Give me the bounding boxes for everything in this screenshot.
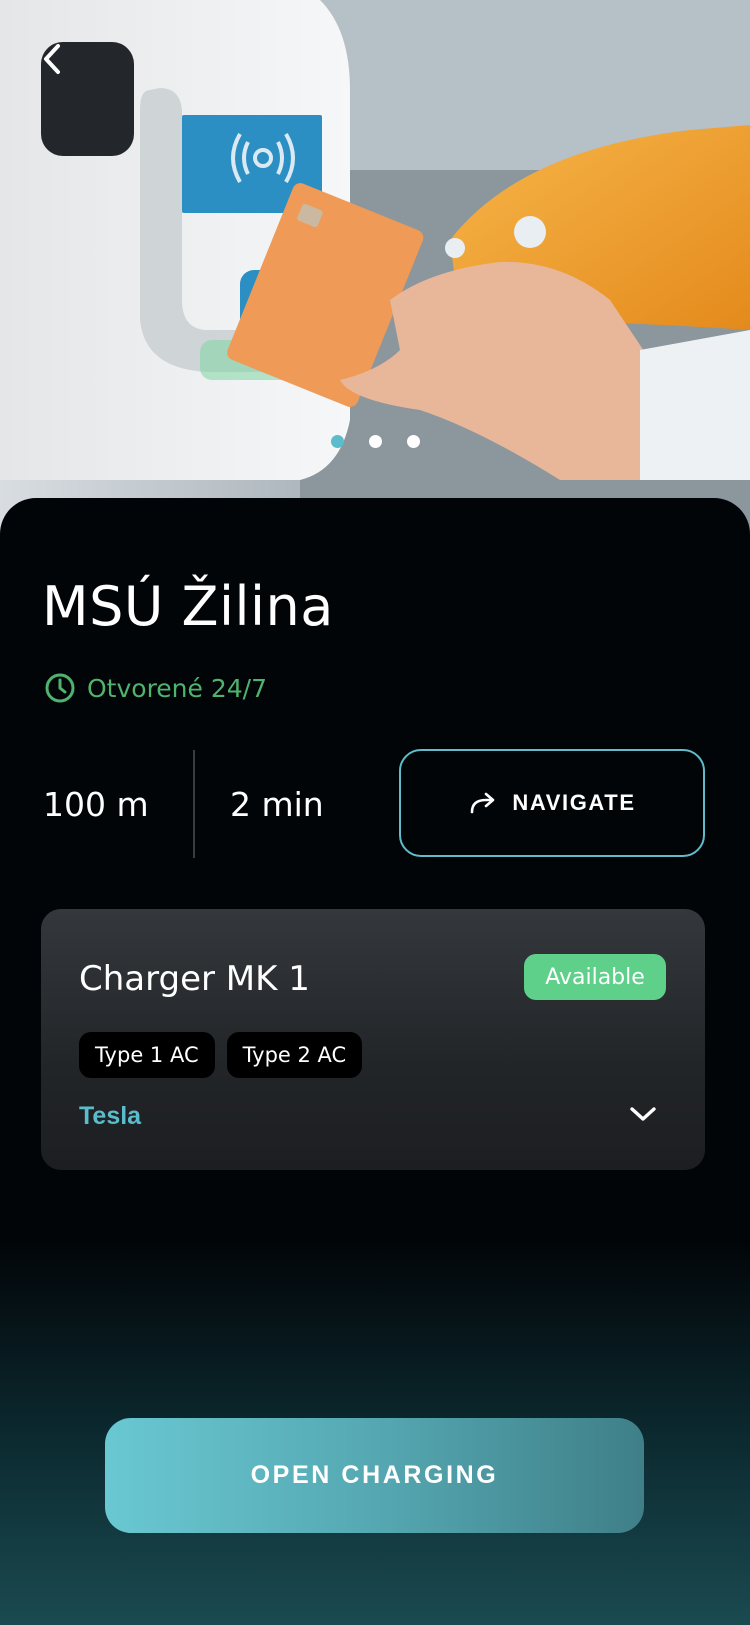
navigate-button[interactable]: NAVIGATE (399, 749, 705, 857)
status-badge: Available (524, 954, 666, 1000)
expand-button[interactable] (626, 1099, 660, 1129)
connector-tags: Type 1 AC Type 2 AC (79, 1032, 363, 1078)
charger-card[interactable]: Charger MK 1 Available Type 1 AC Type 2 … (41, 909, 705, 1170)
distance-value: 100 m (43, 785, 149, 824)
charger-brand: Tesla (79, 1102, 142, 1130)
connector-tag: Type 2 AC (226, 1032, 363, 1078)
stat-divider (193, 750, 195, 858)
back-button[interactable] (41, 42, 134, 156)
station-title: MSÚ Žilina (42, 575, 334, 638)
hero-image (0, 0, 750, 540)
carousel-dot-2[interactable] (368, 435, 382, 448)
open-charging-button[interactable]: OPEN CHARGING (105, 1418, 644, 1533)
share-arrow-icon (471, 792, 495, 814)
carousel-indicator (0, 435, 750, 448)
charger-name: Charger MK 1 (79, 959, 310, 999)
carousel-dot-1[interactable] (330, 435, 344, 448)
navigate-label: NAVIGATE (512, 790, 636, 815)
clock-icon (45, 673, 75, 703)
duration-value: 2 min (230, 785, 324, 824)
chevron-down-icon (630, 1107, 656, 1121)
carousel-dot-3[interactable] (406, 435, 420, 448)
chevron-left-icon (44, 44, 60, 74)
opening-hours: Otvorené 24/7 (44, 672, 267, 704)
connector-tag: Type 1 AC (79, 1032, 215, 1078)
opening-hours-text: Otvorené 24/7 (87, 673, 267, 703)
